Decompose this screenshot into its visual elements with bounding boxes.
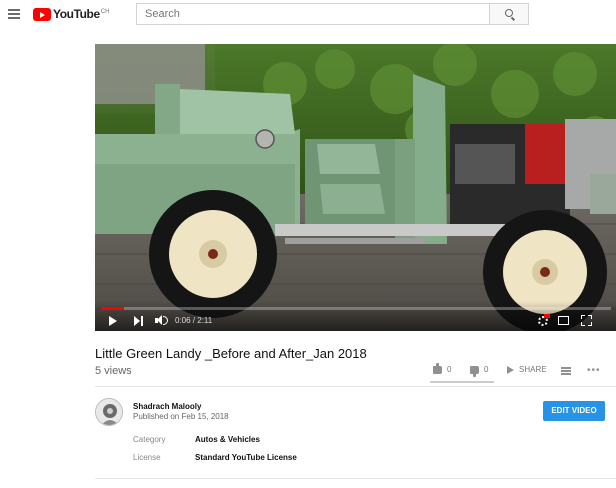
view-count: 5 views (95, 365, 132, 377)
dislike-count: 0 (484, 365, 489, 374)
masthead: YouTube CH (0, 0, 616, 30)
video-title: Little Green Landy _Before and After_Jan… (95, 346, 367, 361)
license-label: License (133, 453, 161, 462)
progress-fill (101, 307, 125, 310)
sentiment-bar (430, 381, 494, 383)
thumb-down-icon (470, 365, 479, 377)
share-icon (507, 365, 514, 374)
fullscreen-icon[interactable] (581, 315, 592, 326)
progress-bar[interactable] (101, 307, 611, 310)
search-icon (505, 9, 513, 17)
logo-text: YouTube (53, 7, 100, 21)
share-label: SHARE (519, 365, 547, 374)
thumb-up-icon (433, 362, 442, 374)
search-input[interactable] (137, 4, 490, 24)
category-value[interactable]: Autos & Vehicles (195, 435, 260, 444)
divider (95, 386, 616, 387)
volume-icon[interactable] (155, 315, 169, 327)
channel-name[interactable]: Shadrach Malooly (133, 402, 201, 411)
time-display: 0:06 / 2:11 (175, 316, 213, 325)
avatar-image (96, 399, 122, 425)
published-date: Published on Feb 15, 2018 (133, 412, 229, 421)
hamburger-icon[interactable] (8, 9, 20, 19)
dislike-button[interactable]: 0 (470, 365, 489, 377)
more-icon[interactable]: ••• (587, 365, 601, 376)
category-label: Category (133, 435, 166, 444)
edit-video-button[interactable]: EDIT VIDEO (543, 401, 605, 421)
like-button[interactable]: 0 (433, 362, 452, 374)
avatar[interactable] (95, 398, 123, 426)
youtube-play-icon (33, 8, 51, 21)
divider (95, 478, 616, 479)
hd-badge (544, 314, 550, 318)
logo-country: CH (100, 9, 110, 15)
playlist-add-icon[interactable] (561, 367, 571, 375)
search-button[interactable] (489, 3, 529, 25)
video-player[interactable]: 0:06 / 2:11 (95, 44, 616, 331)
player-controls: 0:06 / 2:11 (95, 314, 616, 330)
like-count: 0 (447, 365, 452, 374)
play-icon[interactable] (109, 316, 117, 326)
youtube-logo[interactable]: YouTube CH (33, 8, 109, 22)
next-icon[interactable] (134, 316, 144, 326)
search-box[interactable] (136, 3, 490, 25)
video-frame (95, 44, 616, 331)
share-button[interactable]: SHARE (507, 365, 547, 374)
license-value: Standard YouTube License (195, 453, 297, 462)
theater-icon[interactable] (558, 316, 569, 325)
